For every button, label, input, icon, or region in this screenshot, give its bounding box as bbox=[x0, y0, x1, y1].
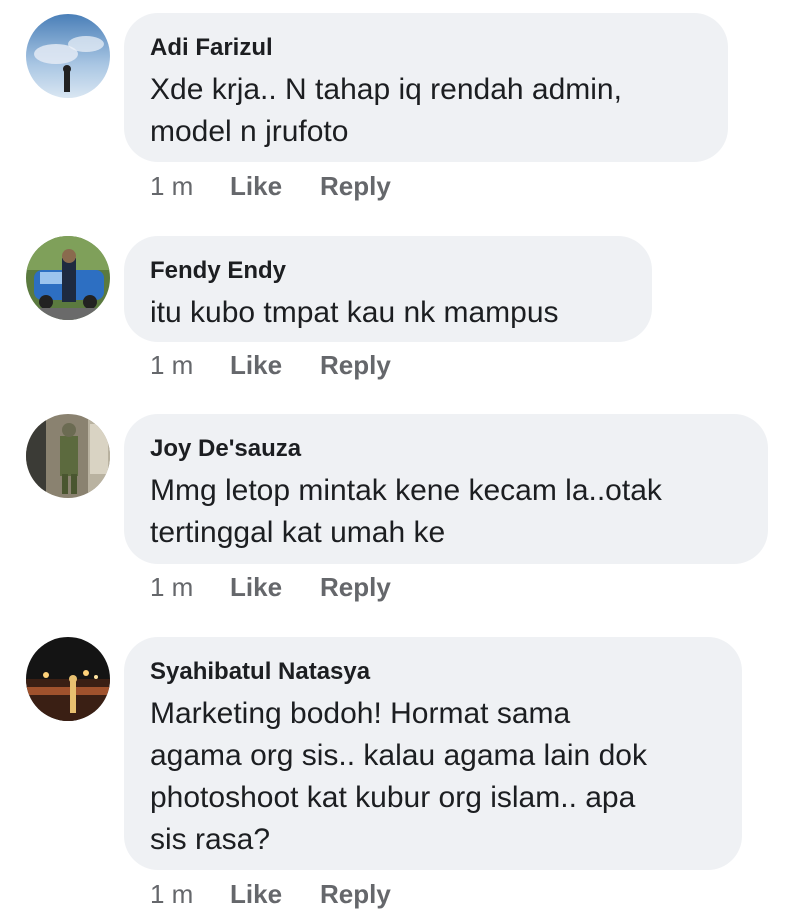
comment-text: Xde krja.. N tahap iq rendah admin, mode… bbox=[150, 73, 622, 148]
comment-timestamp[interactable]: 1 m bbox=[150, 350, 230, 380]
reply-button[interactable]: Reply bbox=[320, 572, 391, 602]
avatar-image-soldier bbox=[26, 414, 110, 498]
like-button[interactable]: Like bbox=[230, 171, 320, 201]
reply-button[interactable]: Reply bbox=[320, 350, 391, 380]
comment-author[interactable]: Syahibatul Natasya bbox=[150, 657, 714, 687]
avatar[interactable] bbox=[26, 236, 110, 320]
comment-actions: 1 m Like Reply bbox=[150, 879, 391, 909]
comment-author[interactable]: Joy De'sauza bbox=[150, 434, 740, 464]
avatar-image-car bbox=[26, 236, 110, 320]
avatar[interactable] bbox=[26, 14, 110, 98]
comment-timestamp[interactable]: 1 m bbox=[150, 171, 230, 201]
like-button[interactable]: Like bbox=[230, 879, 320, 909]
comment-actions: 1 m Like Reply bbox=[150, 350, 391, 380]
comment-author[interactable]: Fendy Endy bbox=[150, 256, 624, 286]
comment-text: Mmg letop mintak kene kecam la..otak ter… bbox=[150, 474, 662, 549]
comment-timestamp[interactable]: 1 m bbox=[150, 572, 230, 602]
avatar-image-night bbox=[26, 637, 110, 721]
avatar-image-sky bbox=[26, 14, 110, 98]
comment-bubble: Syahibatul Natasya Marketing bodoh! Horm… bbox=[124, 637, 742, 870]
reply-button[interactable]: Reply bbox=[320, 879, 391, 909]
reply-button[interactable]: Reply bbox=[320, 171, 391, 201]
comment-text: Marketing bodoh! Hormat sama agama org s… bbox=[150, 697, 647, 856]
comment-text: itu kubo tmpat kau nk mampus bbox=[150, 296, 559, 329]
comment-bubble: Adi Farizul Xde krja.. N tahap iq rendah… bbox=[124, 13, 728, 162]
comment-bubble: Joy De'sauza Mmg letop mintak kene kecam… bbox=[124, 414, 768, 564]
like-button[interactable]: Like bbox=[230, 350, 320, 380]
avatar[interactable] bbox=[26, 637, 110, 721]
comment-bubble: Fendy Endy itu kubo tmpat kau nk mampus bbox=[124, 236, 652, 342]
comment-timestamp[interactable]: 1 m bbox=[150, 879, 230, 909]
like-button[interactable]: Like bbox=[230, 572, 320, 602]
avatar[interactable] bbox=[26, 414, 110, 498]
comment-actions: 1 m Like Reply bbox=[150, 171, 391, 201]
comment-actions: 1 m Like Reply bbox=[150, 572, 391, 602]
comment-author[interactable]: Adi Farizul bbox=[150, 33, 700, 63]
